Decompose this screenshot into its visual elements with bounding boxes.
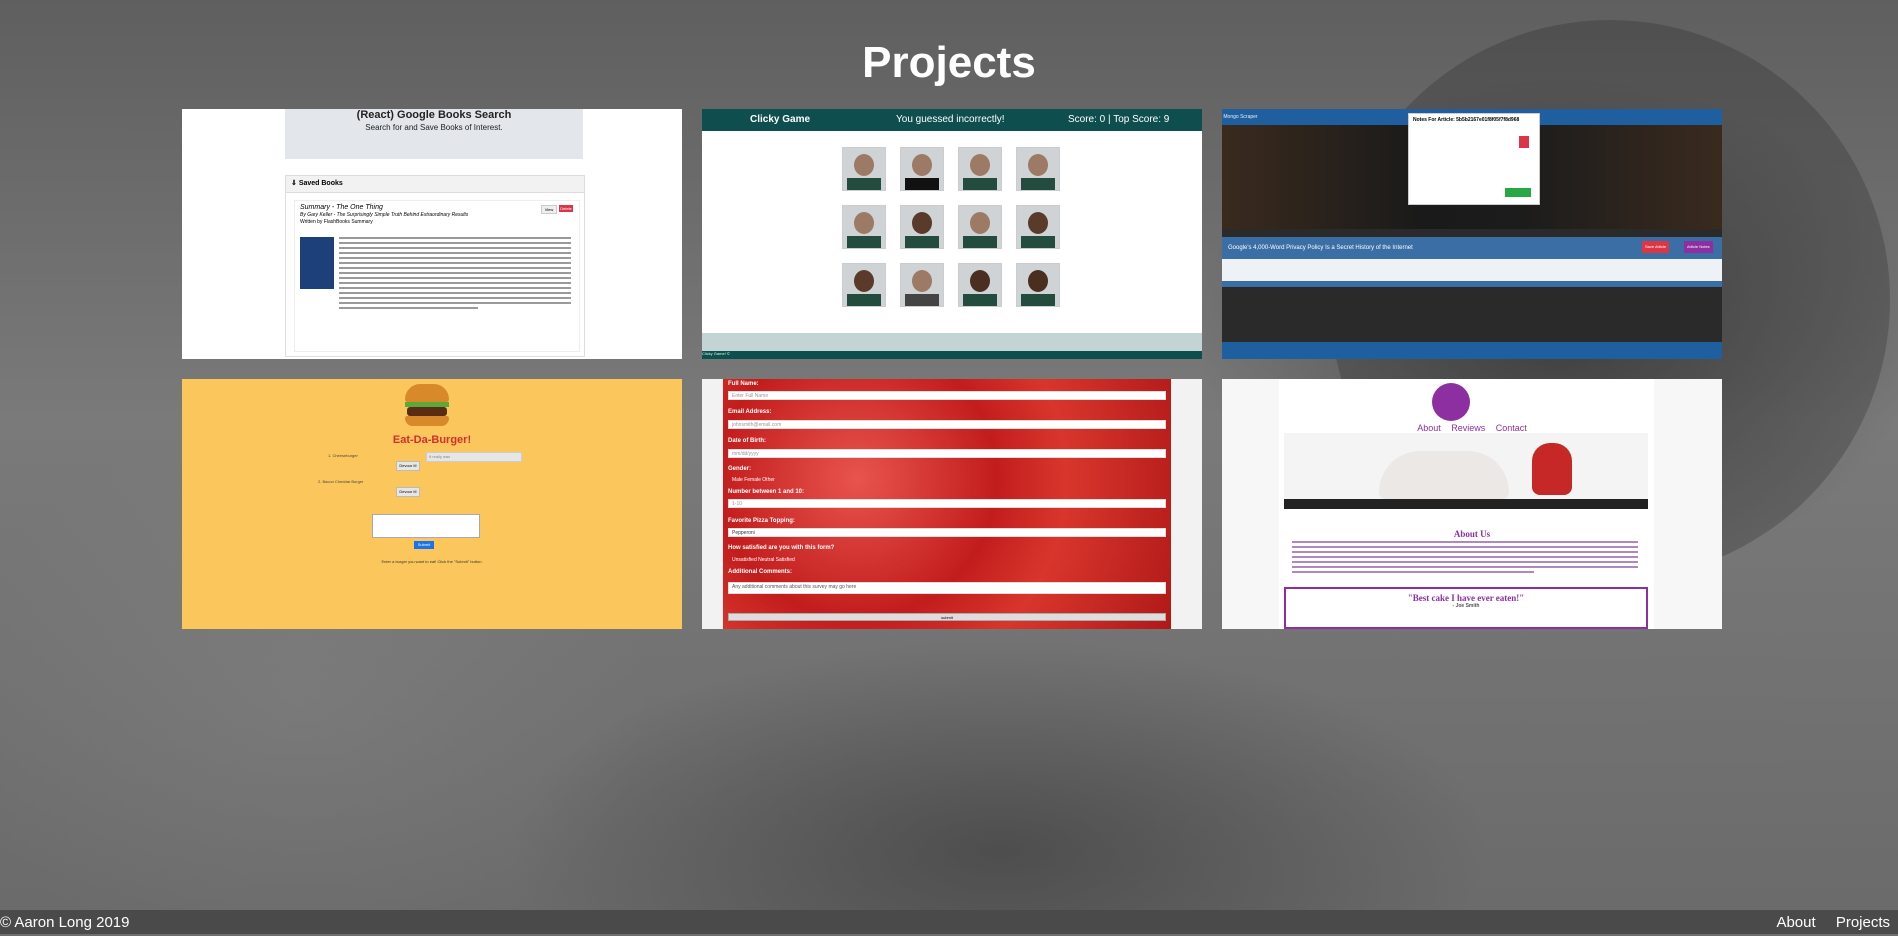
pizza-comments-label: Additional Comments: <box>728 569 792 575</box>
clicky-player-tile <box>900 263 944 307</box>
cake-about-text <box>1292 541 1638 576</box>
mongo-article-title: Google's 4,000-Word Privacy Policy Is a … <box>1228 245 1413 251</box>
burger-row-1: 1. Cheeseburger <box>328 453 358 458</box>
pizza-comments-input: Any additional comments about this surve… <box>728 582 1166 594</box>
footer-link-about[interactable]: About <box>1776 914 1815 931</box>
clicky-brand: Clicky Game <box>750 114 811 125</box>
page-title: Projects <box>862 38 1036 87</box>
clicky-navbar: Clicky Game You guessed incorrectly! Sco… <box>702 109 1202 131</box>
project-card-cake-site[interactable]: About Reviews Contact About Us "Best cak… <box>1222 379 1722 629</box>
clicky-player-tile <box>958 263 1002 307</box>
clicky-player-tile <box>842 147 886 191</box>
cake-nav-contact: Contact <box>1495 423 1527 433</box>
clicky-player-tile <box>958 147 1002 191</box>
footer-copyright: © Aaron Long 2019 <box>0 914 130 931</box>
clicky-player-tile <box>900 205 944 249</box>
clicky-footer-band <box>702 333 1202 351</box>
pizza-left-margin <box>702 379 723 629</box>
clicky-player-tile <box>900 147 944 191</box>
cake-review-box: "Best cake I have ever eaten!" - Joe Smi… <box>1284 587 1648 629</box>
mongo-notes-modal: Notes For Article: 5b5b2167e01f8f05f7f8d… <box>1408 113 1540 205</box>
project-card-survey-form[interactable]: Full Name: Enter Full Name Email Address… <box>702 379 1202 629</box>
pizza-right-margin <box>1171 379 1202 629</box>
mongo-footer <box>1222 342 1722 359</box>
burger-devour-button: Devour It! <box>396 487 420 497</box>
cake-review-quote: "Best cake I have ever eaten!" <box>1407 593 1525 603</box>
gb-book-author: Written by FlashBooks Summary <box>300 219 373 225</box>
pizza-number-label: Number between 1 and 10: <box>728 489 805 495</box>
gb-header: (React) Google Books Search Search for a… <box>285 109 583 159</box>
cake-about-title: About Us <box>1453 529 1491 539</box>
project-card-mongo-scraper[interactable]: Mongo Scraper Notes For Article: 5b5b216… <box>1222 109 1722 359</box>
footer-nav: About Projects <box>1760 910 1890 936</box>
gb-saved-header: ⇓ Saved Books <box>286 176 584 193</box>
cake-logo <box>1432 383 1470 421</box>
clicky-player-tile <box>842 263 886 307</box>
cake-video <box>1284 433 1648 509</box>
burger-input: It really was <box>426 452 522 462</box>
clicky-player-tile <box>958 205 1002 249</box>
clicky-player-tile <box>842 205 886 249</box>
pizza-topping-label: Favorite Pizza Topping: <box>728 518 795 524</box>
mongo-article-notes: Article Notes <box>1684 241 1713 253</box>
mongo-delete-note <box>1519 136 1529 148</box>
cake-nav: About Reviews Contact <box>1222 423 1722 433</box>
cake-nav-about: About <box>1417 423 1441 433</box>
clicky-player-tile <box>1016 205 1060 249</box>
clicky-footer: Clicky Game! © <box>702 351 1202 359</box>
gb-book-cover <box>300 237 334 289</box>
clicky-player-tile <box>1016 147 1060 191</box>
pizza-full-name-input: Enter Full Name <box>728 391 1166 400</box>
gb-delete-button: Delete <box>559 205 573 212</box>
clicky-player-tile <box>1016 263 1060 307</box>
mongo-brand: Mongo Scraper <box>1223 114 1258 120</box>
pizza-topping-select: Pepperoni <box>728 528 1166 537</box>
gb-saved-panel: ⇓ Saved Books Summary - The One Thing By… <box>285 175 585 357</box>
mongo-save-article: Save Article <box>1642 241 1670 253</box>
santa-figure <box>1532 443 1572 495</box>
cake-nav-reviews: Reviews <box>1451 423 1486 433</box>
mongo-article-body <box>1222 259 1722 281</box>
gb-view-button: View <box>541 205 557 214</box>
pizza-satisfied-options: Unsatisfied Neutral Satisfied <box>732 557 795 563</box>
pizza-full-name-label: Full Name: <box>728 381 759 387</box>
burger-submit-button: Submit <box>414 541 434 549</box>
gb-book-title: Summary - The One Thing <box>300 204 383 211</box>
burger-icon <box>405 384 449 428</box>
pizza-gender-options: Male Female Other <box>732 477 775 483</box>
cake-review-author: - Joe Smith <box>1452 603 1480 609</box>
gb-book-description <box>339 237 571 312</box>
pizza-satisfied-label: How satisfied are you with this form? <box>728 545 835 551</box>
clicky-score: Score: 0 | Top Score: 9 <box>1068 114 1170 125</box>
gb-book-subtitle: By Gary Keller - The Surprisingly Simple… <box>300 212 469 218</box>
clicky-message: You guessed incorrectly! <box>896 114 1005 125</box>
pizza-dob-input: mm/dd/yyyy <box>728 449 1166 458</box>
gb-subtitle: Search for and Save Books of Interest. <box>365 123 503 132</box>
burger-devour-button: Devour It! <box>396 461 420 471</box>
cake-image <box>1379 451 1509 499</box>
footer-link-projects[interactable]: Projects <box>1836 914 1890 931</box>
pizza-number-input: 1-10 <box>728 499 1166 508</box>
burger-row-2: 2. Bacon Cheddar Burger <box>318 479 364 484</box>
pizza-email-label: Email Address: <box>728 409 772 415</box>
gb-saved-label: Saved Books <box>298 180 343 187</box>
video-controls <box>1284 499 1648 509</box>
project-card-google-books[interactable]: (React) Google Books Search Search for a… <box>182 109 682 359</box>
project-card-eat-da-burger[interactable]: Eat-Da-Burger! 1. Cheeseburger Devour It… <box>182 379 682 629</box>
mongo-save-note <box>1505 188 1531 197</box>
pizza-email-input: johnsmith@email.com <box>728 420 1166 429</box>
gb-title: (React) Google Books Search <box>356 109 512 121</box>
burger-title: Eat-Da-Burger! <box>392 434 472 446</box>
gb-book-entry: Summary - The One Thing By Gary Keller -… <box>294 200 580 352</box>
burger-textarea <box>372 514 480 538</box>
pizza-submit-button: submit <box>728 613 1166 621</box>
burger-hint: Enter a burger you want to eat! Click th… <box>381 559 483 564</box>
footer: © Aaron Long 2019 About Projects <box>0 910 1898 934</box>
pizza-dob-label: Date of Birth: <box>728 438 766 444</box>
project-card-clicky-game[interactable]: Clicky Game You guessed incorrectly! Sco… <box>702 109 1202 359</box>
mongo-modal-title: Notes For Article: 5b5b2167e01f8f05f7f8d… <box>1413 117 1520 123</box>
pizza-gender-label: Gender: <box>728 466 752 472</box>
